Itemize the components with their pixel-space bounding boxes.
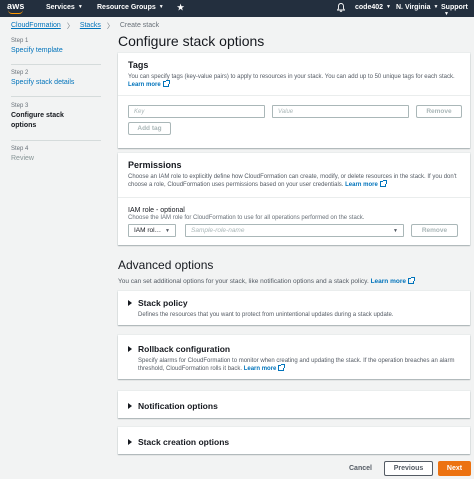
step-review: Review <box>11 155 34 162</box>
page-title: Configure stack options <box>118 33 265 49</box>
caret-right-icon <box>128 346 132 352</box>
resource-groups-menu[interactable]: Resource Groups ▼ <box>97 4 164 11</box>
chevron-down-icon: ▼ <box>433 4 439 11</box>
external-link-icon <box>407 277 415 284</box>
iam-role-type-value: IAM rol… <box>134 227 162 234</box>
permissions-desc-text: Choose an IAM role to explicitly define … <box>128 174 457 188</box>
step-link-specify-stack-details[interactable]: Specify stack details <box>11 78 101 88</box>
aws-smile-icon <box>8 10 23 14</box>
iam-role-remove-button[interactable]: Remove <box>411 224 458 237</box>
previous-button[interactable]: Previous <box>384 461 433 476</box>
step-number: Step 2 <box>11 70 29 76</box>
services-label: Services <box>46 4 75 11</box>
stack-policy-header[interactable]: Stack policy <box>128 291 188 325</box>
tags-title: Tags <box>128 60 149 70</box>
rollback-learn-more-link[interactable]: Learn more <box>244 366 277 372</box>
region-name: N. Virginia <box>396 4 431 11</box>
caret-right-icon <box>128 300 132 306</box>
rollback-configuration-title: Rollback configuration <box>138 344 231 354</box>
tag-remove-button[interactable]: Remove <box>416 105 462 118</box>
external-link-icon <box>379 180 387 187</box>
panel-divider <box>118 197 470 198</box>
stack-creation-options-header[interactable]: Stack creation options <box>128 427 229 454</box>
breadcrumb: CloudFormation 〉 Stacks 〉 Create stack <box>11 20 159 31</box>
resource-groups-label: Resource Groups <box>97 4 156 11</box>
chevron-down-icon: ▼ <box>77 4 83 11</box>
bell-icon[interactable] <box>337 3 345 12</box>
aws-logo[interactable]: aws <box>4 0 26 17</box>
support-label: Support <box>441 4 468 11</box>
step-link-specify-template[interactable]: Specify template <box>11 46 101 56</box>
iam-role-name-select[interactable]: Sample-role-name ▼ <box>185 224 404 237</box>
permissions-learn-more-link[interactable]: Learn more <box>345 182 378 188</box>
stack-creation-options-section[interactable]: Stack creation options <box>118 427 470 454</box>
tags-learn-more-link[interactable]: Learn more <box>128 82 161 88</box>
step-2: Step 2 Specify stack details <box>11 70 101 88</box>
user-menu[interactable]: code402 ▼ <box>355 4 391 11</box>
breadcrumb-cloudformation[interactable]: CloudFormation <box>11 22 61 29</box>
tag-key-input[interactable]: Key <box>128 105 265 118</box>
breadcrumb-separator-icon: 〉 <box>106 22 114 30</box>
caret-right-icon <box>128 439 132 445</box>
advanced-desc-text: You can set additional options for your … <box>118 278 369 285</box>
permissions-title: Permissions <box>128 160 182 170</box>
notification-options-section[interactable]: Notification options <box>118 391 470 418</box>
stack-policy-section[interactable]: Stack policy Defines the resources that … <box>118 291 470 325</box>
caret-down-icon: ▼ <box>165 227 170 234</box>
advanced-learn-more-link[interactable]: Learn more <box>371 278 406 285</box>
caret-right-icon <box>128 403 132 409</box>
step-4: Step 4 Review <box>11 146 101 164</box>
chevron-down-icon: ▼ <box>444 11 449 18</box>
stack-creation-options-title: Stack creation options <box>138 437 230 447</box>
tags-description: You can specify tags (key-value pairs) t… <box>128 73 463 89</box>
step-3: Step 3 Configure stack options <box>11 103 101 131</box>
iam-role-hint: Choose the IAM role for CloudFormation t… <box>128 215 365 221</box>
region-menu[interactable]: N. Virginia ▼ <box>396 4 438 11</box>
step-divider <box>11 96 101 97</box>
step-1: Step 1 Specify template <box>11 38 101 56</box>
panel-divider <box>118 95 470 96</box>
tags-panel: Tags You can specify tags (key-value pai… <box>118 53 470 148</box>
breadcrumb-create-stack: Create stack <box>119 22 160 29</box>
breadcrumb-separator-icon: 〉 <box>66 22 74 30</box>
advanced-options-title: Advanced options <box>118 258 214 272</box>
notification-options-header[interactable]: Notification options <box>128 391 218 418</box>
pin-star-icon[interactable]: ★ <box>177 3 184 12</box>
breadcrumb-stacks[interactable]: Stacks <box>80 22 101 29</box>
step-number: Step 3 <box>11 103 29 109</box>
step-current-configure-stack-options: Configure stack options <box>11 112 64 129</box>
tag-value-input[interactable]: Value <box>272 105 409 118</box>
chevron-down-icon: ▼ <box>386 4 391 11</box>
cancel-button[interactable]: Cancel <box>349 465 372 472</box>
next-button[interactable]: Next <box>438 461 471 476</box>
support-menu[interactable]: Support▼ <box>441 4 474 18</box>
role-name-placeholder: Sample-role-name <box>191 227 245 234</box>
stack-policy-title: Stack policy <box>138 298 188 308</box>
rollback-desc-text: Specify alarms for CloudFormation to mon… <box>138 358 455 372</box>
external-link-icon <box>278 364 286 371</box>
rollback-configuration-section[interactable]: Rollback configuration Specify alarms fo… <box>118 335 470 379</box>
services-menu[interactable]: Services ▼ <box>46 4 83 11</box>
step-number: Step 1 <box>11 38 29 44</box>
step-number: Step 4 <box>11 146 29 152</box>
permissions-panel: Permissions Choose an IAM role to explic… <box>118 153 470 245</box>
step-divider <box>11 64 101 65</box>
top-nav: aws Services ▼ Resource Groups ▼ ★ code402… <box>0 0 474 17</box>
iam-role-label: IAM role - optional <box>128 207 185 214</box>
step-divider <box>11 140 101 141</box>
notification-options-title: Notification options <box>138 401 218 411</box>
add-tag-button[interactable]: Add tag <box>128 122 171 135</box>
external-link-icon <box>162 80 170 87</box>
stack-policy-description: Defines the resources that you want to p… <box>138 312 394 318</box>
advanced-options-description: You can set additional options for your … <box>118 277 415 285</box>
chevron-down-icon: ▼ <box>158 4 164 11</box>
tags-desc-text: You can specify tags (key-value pairs) t… <box>128 74 455 80</box>
caret-down-icon: ▼ <box>393 227 398 234</box>
rollback-configuration-description: Specify alarms for CloudFormation to mon… <box>138 357 463 373</box>
user-name: code402 <box>355 4 384 11</box>
permissions-description: Choose an IAM role to explicitly define … <box>128 173 463 189</box>
iam-role-type-select[interactable]: IAM rol… ▼ <box>128 224 176 237</box>
